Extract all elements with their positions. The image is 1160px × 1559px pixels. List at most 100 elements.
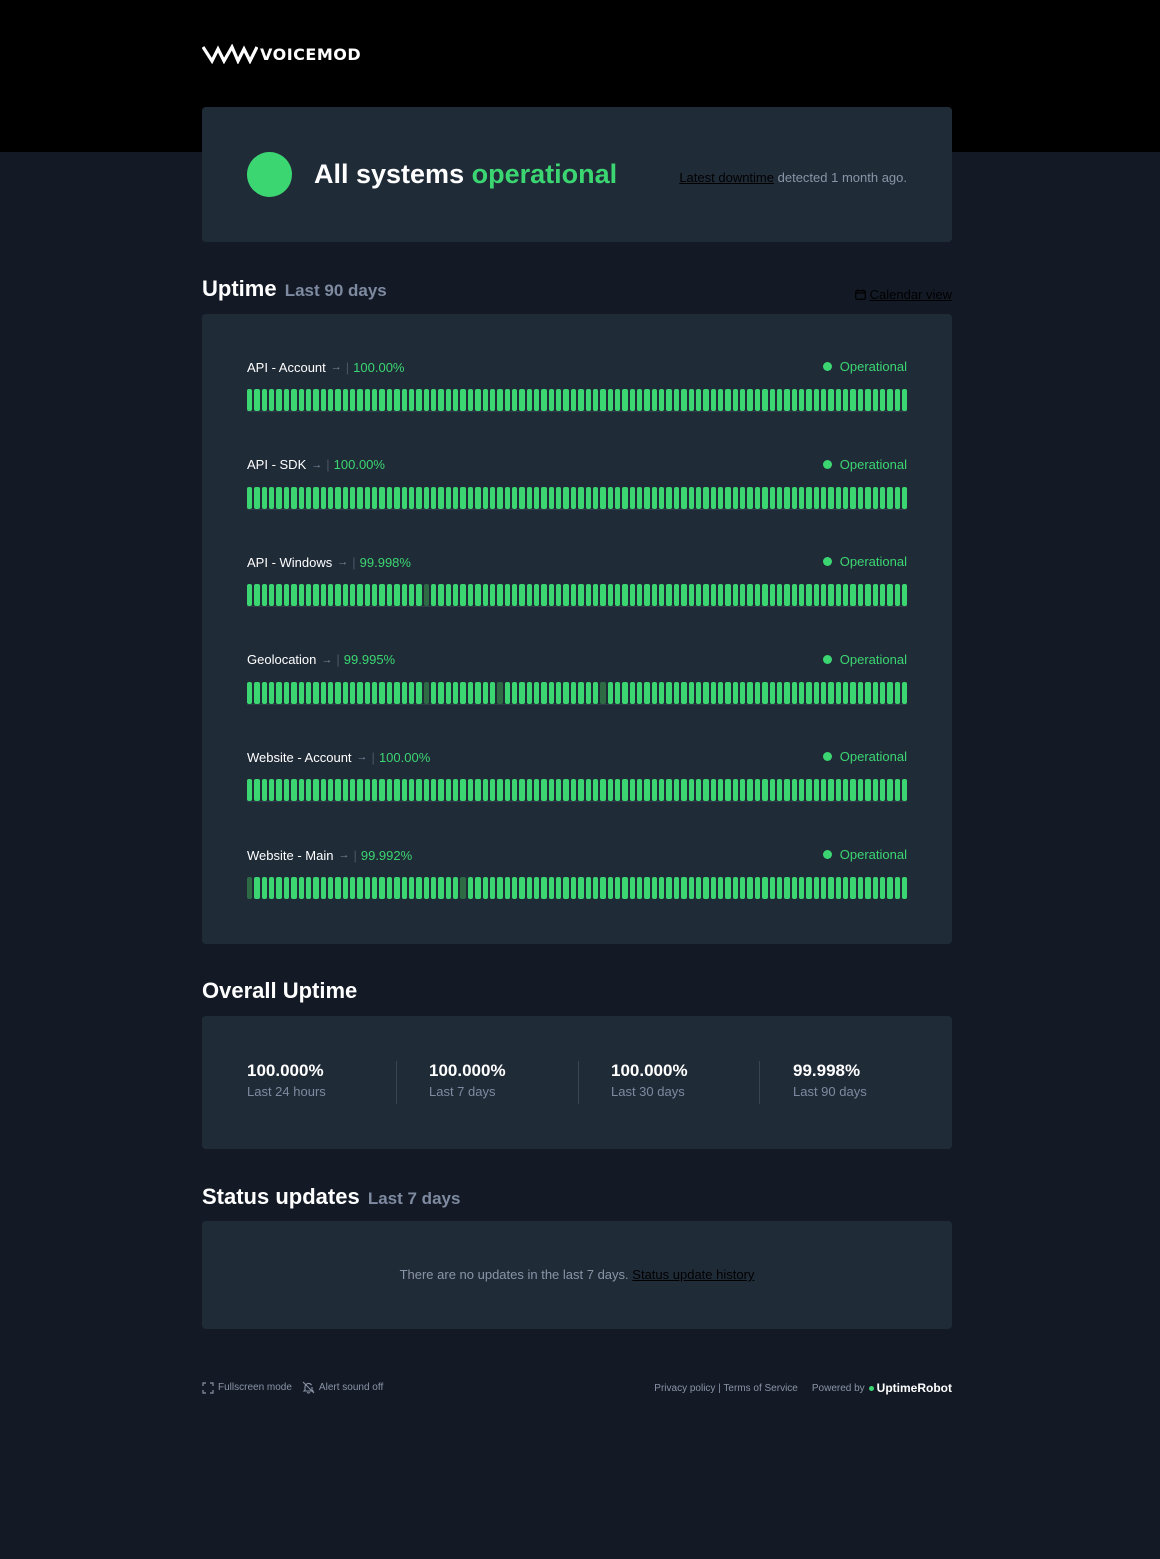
uptime-day-bar[interactable] [327, 877, 334, 899]
uptime-day-bar[interactable] [570, 389, 577, 411]
uptime-day-bar[interactable] [879, 486, 886, 509]
uptime-day-bar[interactable] [541, 681, 547, 704]
uptime-day-bar[interactable] [467, 584, 474, 607]
uptime-day-bar[interactable] [798, 389, 805, 411]
uptime-day-bar[interactable] [806, 877, 812, 899]
uptime-day-bar[interactable] [798, 877, 805, 899]
uptime-day-bar[interactable] [563, 877, 569, 899]
uptime-day-bar[interactable] [254, 389, 260, 411]
uptime-day-bar[interactable] [622, 584, 628, 607]
uptime-day-bar[interactable] [607, 681, 613, 704]
uptime-day-bar[interactable] [901, 877, 908, 899]
uptime-day-bar[interactable] [835, 486, 842, 509]
uptime-day-bar[interactable] [622, 389, 628, 411]
uptime-day-bar[interactable] [283, 486, 290, 509]
uptime-day-bar[interactable] [769, 779, 775, 802]
uptime-day-bar[interactable] [769, 681, 775, 704]
uptime-day-bar[interactable] [894, 389, 900, 411]
uptime-day-bar[interactable] [254, 584, 260, 607]
uptime-day-bar[interactable] [423, 486, 429, 509]
uptime-day-bar[interactable] [416, 779, 422, 802]
uptime-day-bar[interactable] [305, 681, 312, 704]
uptime-day-bar[interactable] [622, 486, 628, 509]
uptime-day-bar[interactable] [364, 584, 371, 607]
uptime-day-bar[interactable] [695, 877, 702, 899]
uptime-day-bar[interactable] [578, 584, 584, 607]
uptime-day-bar[interactable] [276, 486, 282, 509]
uptime-day-bar[interactable] [357, 389, 363, 411]
uptime-day-bar[interactable] [269, 486, 275, 509]
uptime-day-bar[interactable] [754, 779, 761, 802]
uptime-day-bar[interactable] [681, 584, 687, 607]
uptime-day-bar[interactable] [747, 486, 753, 509]
uptime-day-bar[interactable] [401, 681, 407, 704]
uptime-day-bar[interactable] [754, 584, 761, 607]
arrow-right-icon[interactable]: → [338, 849, 349, 861]
uptime-day-bar[interactable] [710, 877, 716, 899]
uptime-day-bar[interactable] [445, 389, 452, 411]
uptime-day-bar[interactable] [423, 877, 429, 899]
legal-links[interactable]: Privacy policy | Terms of Service [654, 1383, 798, 1394]
uptime-day-bar[interactable] [541, 486, 547, 509]
uptime-day-bar[interactable] [563, 584, 569, 607]
uptime-day-bar[interactable] [688, 584, 694, 607]
uptime-day-bar[interactable] [703, 486, 709, 509]
uptime-day-bar[interactable] [408, 584, 415, 607]
uptime-day-bar[interactable] [614, 389, 621, 411]
uptime-day-bar[interactable] [511, 779, 518, 802]
uptime-day-bar[interactable] [887, 389, 893, 411]
uptime-day-bar[interactable] [732, 389, 739, 411]
uptime-day-bar[interactable] [276, 681, 282, 704]
uptime-day-bar[interactable] [666, 486, 672, 509]
uptime-day-bar[interactable] [622, 681, 628, 704]
uptime-day-bar[interactable] [269, 389, 275, 411]
uptime-day-bar[interactable] [519, 486, 525, 509]
uptime-day-bar[interactable] [350, 779, 356, 802]
uptime-day-bar[interactable] [784, 877, 790, 899]
uptime-day-bar[interactable] [784, 779, 790, 802]
uptime-day-bar[interactable] [261, 779, 268, 802]
uptime-day-bar[interactable] [556, 389, 562, 411]
uptime-day-bar[interactable] [901, 584, 908, 607]
uptime-day-bar[interactable] [725, 877, 731, 899]
uptime-day-bar[interactable] [879, 681, 886, 704]
uptime-day-bar[interactable] [894, 681, 900, 704]
uptime-day-bar[interactable] [327, 584, 334, 607]
uptime-day-bar[interactable] [607, 486, 613, 509]
uptime-day-bar[interactable] [798, 681, 805, 704]
uptime-day-bar[interactable] [291, 877, 297, 899]
uptime-day-bar[interactable] [695, 779, 702, 802]
uptime-day-bar[interactable] [534, 877, 540, 899]
uptime-day-bar[interactable] [718, 389, 724, 411]
uptime-day-bar[interactable] [430, 779, 437, 802]
uptime-day-bar[interactable] [828, 877, 834, 899]
uptime-day-bar[interactable] [614, 877, 621, 899]
uptime-day-bar[interactable] [313, 681, 319, 704]
uptime-day-bar[interactable] [688, 486, 694, 509]
uptime-day-bar[interactable] [614, 584, 621, 607]
uptime-day-bar[interactable] [659, 486, 665, 509]
uptime-day-bar[interactable] [497, 389, 503, 411]
uptime-day-bar[interactable] [453, 877, 459, 899]
uptime-day-bar[interactable] [592, 877, 599, 899]
uptime-day-bar[interactable] [445, 779, 452, 802]
uptime-day-bar[interactable] [585, 779, 591, 802]
uptime-day-bar[interactable] [305, 779, 312, 802]
uptime-day-bar[interactable] [423, 389, 429, 411]
uptime-day-bar[interactable] [261, 584, 268, 607]
uptime-day-bar[interactable] [740, 584, 746, 607]
uptime-day-bar[interactable] [747, 779, 753, 802]
uptime-day-bar[interactable] [541, 877, 547, 899]
uptime-day-bar[interactable] [850, 584, 856, 607]
fullscreen-mode-button[interactable]: Fullscreen mode [202, 1381, 292, 1394]
monitor-name[interactable]: API - SDK [247, 457, 306, 472]
uptime-day-bar[interactable] [394, 584, 400, 607]
uptime-day-bar[interactable] [548, 486, 555, 509]
uptime-day-bar[interactable] [798, 584, 805, 607]
brand-logo[interactable]: VOICEMOD [202, 44, 361, 64]
uptime-day-bar[interactable] [703, 389, 709, 411]
uptime-day-bar[interactable] [519, 389, 525, 411]
uptime-day-bar[interactable] [511, 486, 518, 509]
uptime-day-bar[interactable] [247, 486, 253, 509]
uptime-day-bar[interactable] [556, 779, 562, 802]
